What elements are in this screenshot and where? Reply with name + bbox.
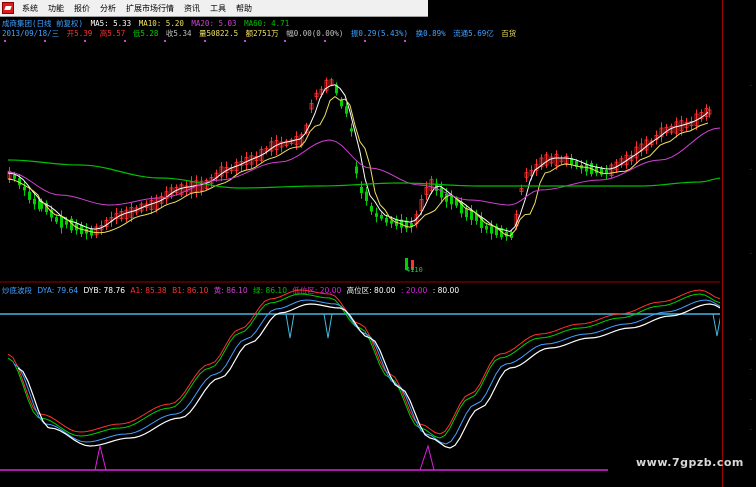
axis-tick-mark: · [748,336,753,344]
candle-body [23,186,26,191]
axis-tick-mark: · [748,366,753,374]
candle-body [370,206,373,212]
signal-dot [324,40,326,42]
candle-body [465,208,468,218]
candle-body [60,216,63,228]
candle-body [345,106,348,114]
ma10-line [7,95,709,237]
high-signal-marker [323,313,333,339]
candle-body [28,191,31,200]
candle-body [390,220,393,224]
candle-body [440,187,443,198]
candle-body [55,217,58,222]
axis-tick-mark: · [748,396,753,404]
signal-dot [404,40,406,42]
candle-body [360,186,363,194]
high-signal-marker [712,313,720,337]
signal-dot [84,40,86,42]
axis-tick-mark: · [748,82,753,90]
candle-body [340,99,343,107]
axis-tick-mark: · [748,166,753,174]
candle-body [13,174,16,179]
candle-body [365,191,368,201]
price-chart[interactable] [0,0,720,487]
candle-body [350,128,353,132]
volume-label: 4110 [406,266,423,274]
candle-body [385,217,388,223]
candle-body [490,226,493,234]
watermark: www.7gpzb.com [636,456,744,469]
ma5-line [7,84,709,233]
candle-body [450,195,453,205]
signal-dot [364,40,366,42]
signal-dot [164,40,166,42]
signal-dot [124,40,126,42]
low-signal-marker [419,444,435,471]
candle-body [355,166,358,174]
signal-dot [284,40,286,42]
signal-dot [244,40,246,42]
signal-dot [204,40,206,42]
candle-body [380,214,383,219]
candle-body [33,198,36,205]
price-axis: · · · · · · · [722,0,756,487]
b1-line [7,293,720,439]
high-signal-marker [285,313,295,339]
axis-tick-mark: · [748,250,753,258]
candle-body [485,226,488,230]
dya-line [13,299,720,445]
axis-tick-mark: · [748,426,753,434]
candle-body [600,168,603,175]
low-signal-marker [94,445,107,471]
a1-line [7,289,720,435]
signal-dot [44,40,46,42]
candle-body [375,213,378,217]
signal-dot [4,40,6,42]
candle-body [65,220,68,225]
